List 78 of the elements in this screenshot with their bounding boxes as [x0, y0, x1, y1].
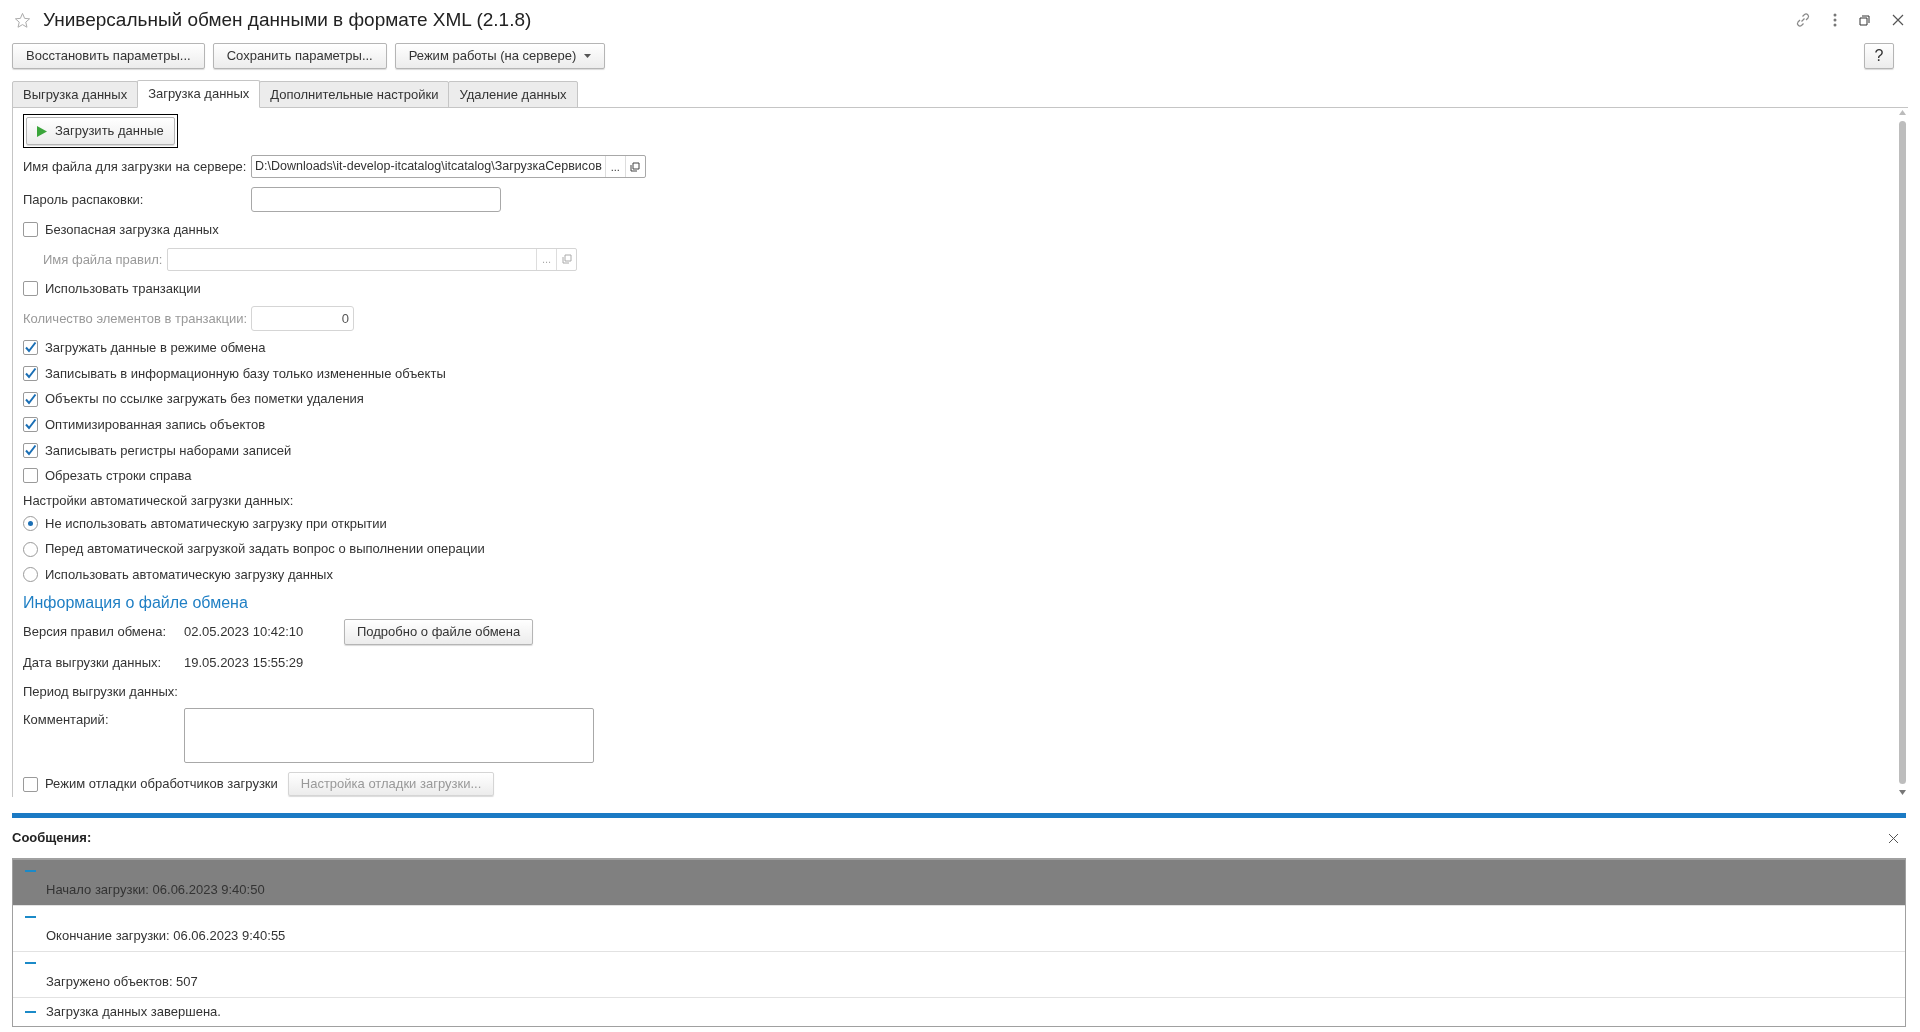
radio-button[interactable]	[23, 567, 38, 583]
star-icon[interactable]	[14, 11, 31, 29]
checkbox[interactable]	[23, 366, 38, 381]
section-label: Настройки автоматической загрузки данных:	[23, 491, 295, 510]
radio-button[interactable]	[23, 515, 38, 531]
checkbox-label: Обрезать строки справа	[45, 467, 192, 486]
toolbar-button[interactable]: Режим работы (на сервере)	[394, 43, 606, 69]
toolbar-button[interactable]: Восстановить параметры...	[12, 43, 205, 69]
checkbox-label: Режим отладки обработчиков загрузки	[45, 775, 278, 794]
link-icon[interactable]	[1795, 12, 1811, 28]
field-label: Версия правил обмена:	[23, 623, 167, 642]
scrollbar[interactable]	[1896, 108, 1908, 797]
choose-file-button[interactable]: ...	[604, 156, 625, 178]
tab[interactable]: Удаление данных	[448, 81, 578, 108]
open-window-icon	[630, 161, 641, 172]
checkbox-label: Записывать регистры наборами записей	[45, 441, 292, 460]
message-text: Загружено объектов: 507	[45, 974, 198, 990]
checkmark-icon	[24, 341, 37, 355]
more-icon[interactable]	[1833, 13, 1837, 27]
window-title: Универсальный обмен данными в формате XML (2.1.8)	[43, 7, 532, 32]
checkbox-label: Безопасная загрузка данных	[45, 221, 219, 239]
checkbox[interactable]	[23, 281, 38, 297]
open-window-icon	[561, 254, 572, 265]
radio-label: Перед автоматической загрузкой задать вопрос о выполнении операции	[45, 540, 485, 559]
checkmark-icon	[24, 367, 37, 380]
tab[interactable]: Дополнительные настройки	[259, 81, 450, 108]
field-label: Имя файла для загрузки на сервере:	[23, 158, 248, 176]
message-text: Начало загрузки: 06.06.2023 9:40:50	[45, 882, 265, 898]
section-heading: Информация о файле обмена	[23, 593, 249, 614]
scroll-up-icon[interactable]	[1898, 110, 1906, 115]
checkbox[interactable]	[23, 776, 38, 792]
dash-icon	[25, 962, 36, 964]
tab[interactable]: Загрузка данных	[137, 80, 261, 108]
close-icon[interactable]	[1892, 14, 1904, 26]
field-label: Количество элементов в транзакции:	[23, 309, 249, 328]
field-label: Дата выгрузки данных:	[23, 653, 163, 672]
caret-icon	[584, 54, 592, 58]
checkbox-label: Объекты по ссылке загружать без пометки удаления	[45, 390, 364, 409]
checkmark-icon	[24, 392, 37, 406]
play-icon	[37, 125, 47, 137]
checkbox[interactable]	[23, 340, 38, 356]
checkbox[interactable]	[23, 442, 38, 458]
checkbox-label: Загружать данные в режиме обмена	[45, 339, 266, 358]
checkbox[interactable]	[23, 391, 38, 407]
message-text: Загрузка данных завершена.	[46, 1003, 221, 1022]
checkbox-label: Использовать транзакции	[45, 280, 201, 299]
radio-label: Использовать автоматическую загрузку данных	[45, 565, 333, 584]
checkmark-icon	[24, 443, 37, 457]
radio-label: Не использовать автоматическую загрузку при открытии	[45, 514, 387, 533]
field-value: 19.05.2023 15:55:29	[184, 653, 304, 672]
checkbox-label: Записывать в информационную базу только измененные объекты	[45, 364, 446, 383]
dash-icon	[25, 870, 36, 872]
checkbox[interactable]	[23, 417, 38, 433]
dash-icon	[25, 1011, 36, 1013]
comment-field[interactable]	[184, 708, 594, 764]
dash-icon	[25, 916, 36, 918]
field-label: Имя файла правил:	[43, 250, 164, 269]
message-text: Окончание загрузки: 06.06.2023 9:40:55	[45, 928, 286, 944]
file-path-field[interactable]: D:\Downloads\it-develop-itcatalog\itcatalog\ЗагрузкаСервисов ...	[251, 155, 646, 179]
password-field[interactable]	[251, 186, 501, 212]
checkbox[interactable]	[23, 222, 38, 238]
checkmark-icon	[24, 418, 37, 432]
tab[interactable]: Выгрузка данных	[12, 81, 139, 108]
field-label: Период выгрузки данных:	[23, 682, 178, 701]
radio-button[interactable]	[23, 541, 38, 557]
toolbar-button[interactable]: Сохранить параметры...	[212, 43, 387, 69]
close-icon[interactable]	[1889, 833, 1898, 843]
load-data-button[interactable]: Загрузить данные	[26, 117, 175, 145]
field-label: Пароль распаковки:	[23, 190, 145, 209]
field-label: Комментарий:	[23, 711, 110, 730]
field-value: 02.05.2023 10:42:10	[184, 623, 305, 642]
details-button[interactable]: Подробно о файле обмена	[344, 619, 534, 646]
checkbox[interactable]	[23, 468, 38, 484]
restore-window-icon[interactable]	[1859, 14, 1870, 26]
messages-title: Сообщения:	[12, 829, 92, 848]
checkbox-label: Оптимизированная запись объектов	[45, 415, 266, 434]
scroll-down-icon[interactable]	[1898, 790, 1906, 795]
help-button[interactable]: ?	[1864, 43, 1894, 69]
